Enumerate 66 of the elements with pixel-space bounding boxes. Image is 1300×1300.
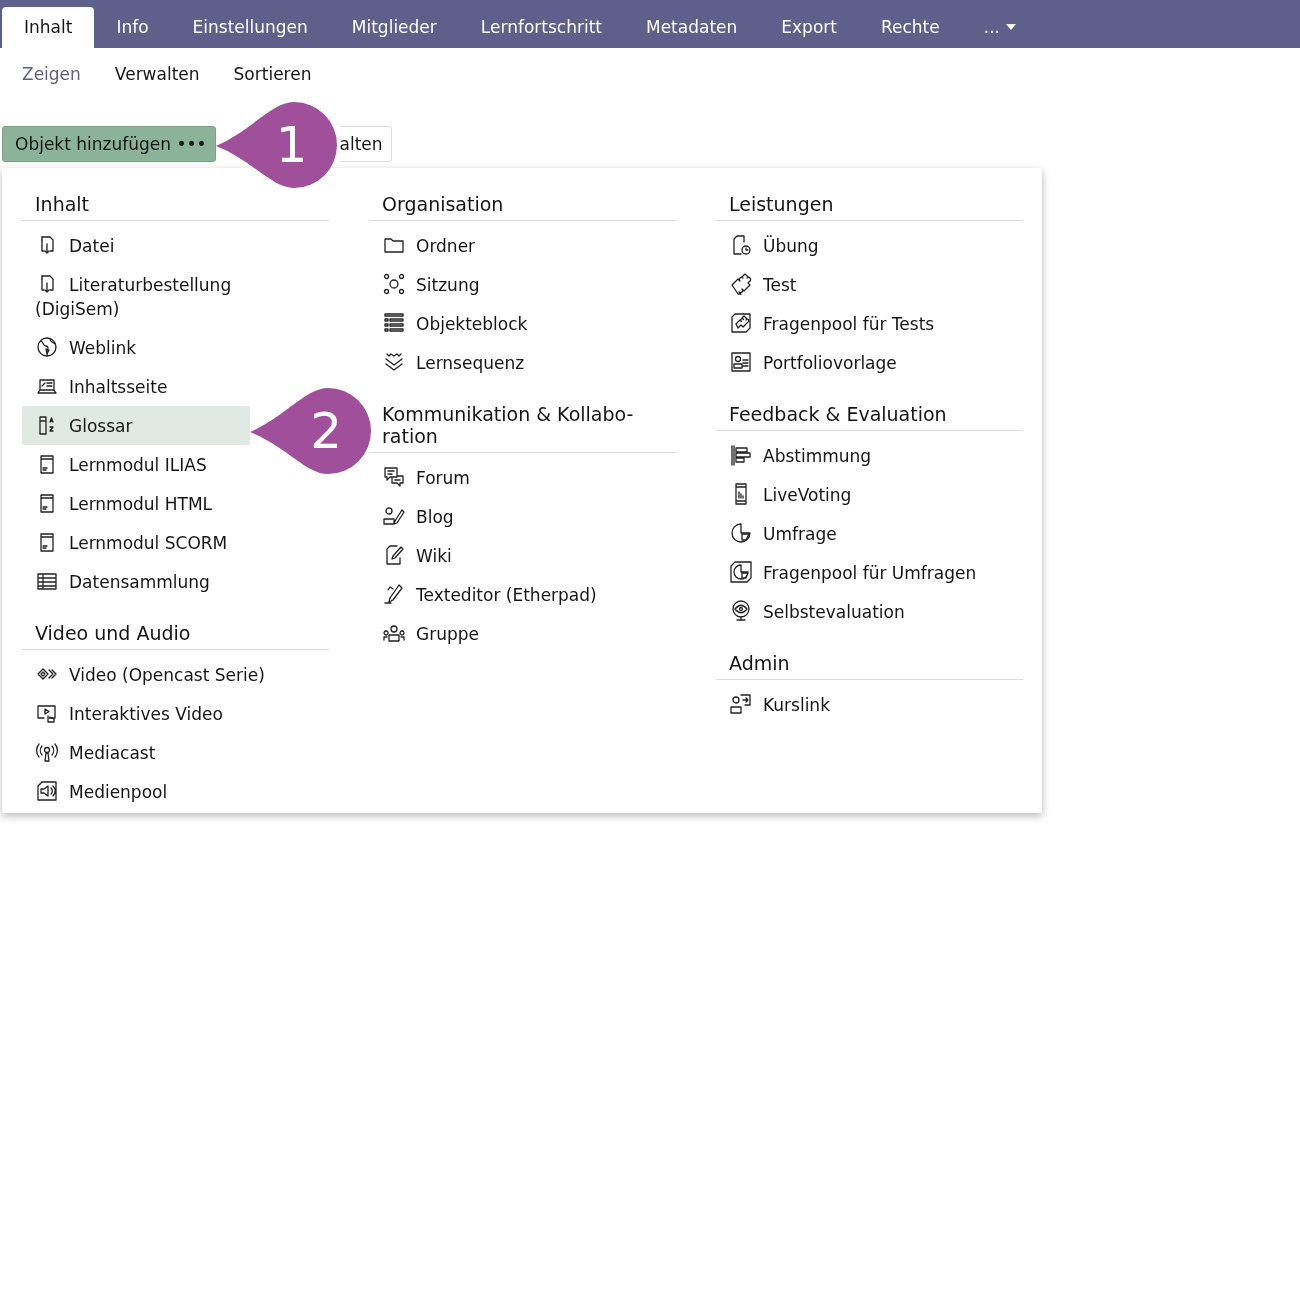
callout-marker: 2	[250, 386, 372, 476]
menu-item[interactable]: Literaturbestellung (DigiSem)	[22, 264, 250, 328]
tab[interactable]: Info	[94, 7, 171, 48]
tab[interactable]: Inhalt	[2, 7, 95, 48]
menu-item[interactable]: LiveVoting	[716, 474, 1023, 514]
globe-icon	[35, 334, 59, 359]
menu-item[interactable]: Weblink	[22, 327, 250, 367]
menu-item[interactable]: Ordner	[369, 225, 676, 265]
menu-item[interactable]: Blog	[369, 496, 676, 536]
menu-item[interactable]: Inhaltsseite	[22, 366, 250, 406]
menu-item[interactable]: Portfoliovorlage	[716, 342, 1023, 382]
menu-item[interactable]: Test	[716, 264, 1023, 304]
chat-icon	[382, 464, 406, 489]
caret-icon	[1005, 24, 1016, 30]
menu-item[interactable]: Gruppe	[369, 613, 676, 653]
tab[interactable]: Mitglieder	[329, 7, 459, 48]
puzzle-icon	[729, 271, 753, 296]
menu-item[interactable]: Fragenpool für Tests	[716, 303, 1023, 343]
menu-item[interactable]: Übung	[716, 225, 1023, 265]
sub-tab[interactable]: Verwalten	[97, 56, 217, 104]
menu-item[interactable]: Lernmodul SCORM	[22, 522, 250, 562]
pie-chart-icon	[729, 520, 753, 545]
menu-item[interactable]: Lernmodul ILIAS	[22, 444, 250, 484]
group-heading: Admin	[716, 652, 1023, 680]
group-heading: Video und Audio	[22, 622, 329, 650]
id-card-icon	[729, 349, 753, 374]
callout-marker: 1	[215, 100, 338, 190]
menu-item[interactable]: Wiki	[369, 535, 676, 575]
menu-item[interactable]: Forum	[369, 457, 676, 497]
tab[interactable]: Einstellungen	[170, 7, 330, 48]
group-heading: Organisation	[369, 194, 676, 221]
pie-card-icon	[729, 559, 753, 584]
menu-item[interactable]: Texteditor (Etherpad)	[369, 574, 676, 614]
network-icon	[382, 271, 406, 296]
sub-tab[interactable]: Zeigen	[5, 56, 98, 104]
tab[interactable]: Export	[759, 7, 859, 48]
menu-item[interactable]: Lernsequenz	[369, 342, 676, 382]
tab[interactable]: Rechte	[858, 7, 962, 48]
menu-item[interactable]: Selbstevaluation	[716, 591, 1023, 631]
menu-item[interactable]: Fragenpool für Umfragen	[716, 552, 1023, 592]
group-heading: Inhalt	[22, 194, 329, 221]
more-tab[interactable]: ...	[961, 7, 1038, 48]
menu-item[interactable]: Datensammlung	[22, 561, 250, 601]
eye-stand-icon	[729, 598, 753, 623]
menu-item[interactable]: Abstimmung	[716, 435, 1023, 475]
menu-item[interactable]: Mediacast	[22, 732, 329, 772]
menu-item[interactable]: Interaktives Video	[22, 693, 329, 733]
group-heading: Feedback & Evaluation	[716, 403, 1023, 431]
menu-item[interactable]: Sitzung	[369, 264, 676, 304]
group-heading: Leistungen	[716, 194, 1023, 221]
menu-item[interactable]: Umfrage	[716, 513, 1023, 553]
menu-item[interactable]: Lernmodul HTML	[22, 483, 250, 523]
add-object-button[interactable]: Objekt hinzufügen •••	[2, 126, 216, 162]
list-icon	[382, 310, 406, 335]
menu-item[interactable]: Datei	[22, 225, 250, 265]
menu-item[interactable]: Medienpool	[22, 771, 329, 811]
puzzle-card-icon	[729, 310, 753, 335]
person-arrow-icon	[729, 691, 753, 716]
menu-item[interactable]: Objekteblock	[369, 303, 676, 343]
menu-item[interactable]: Glossar	[22, 405, 250, 445]
toolbar-button[interactable]: alten	[339, 126, 392, 162]
tab[interactable]: Lernfortschritt	[458, 7, 624, 48]
tab[interactable]: Metadaten	[624, 7, 760, 48]
menu-item[interactable]: Kurslink	[716, 684, 1023, 724]
menu-item[interactable]: Video (Opencast Serie)	[22, 654, 329, 694]
speaker-card-icon	[35, 778, 59, 803]
